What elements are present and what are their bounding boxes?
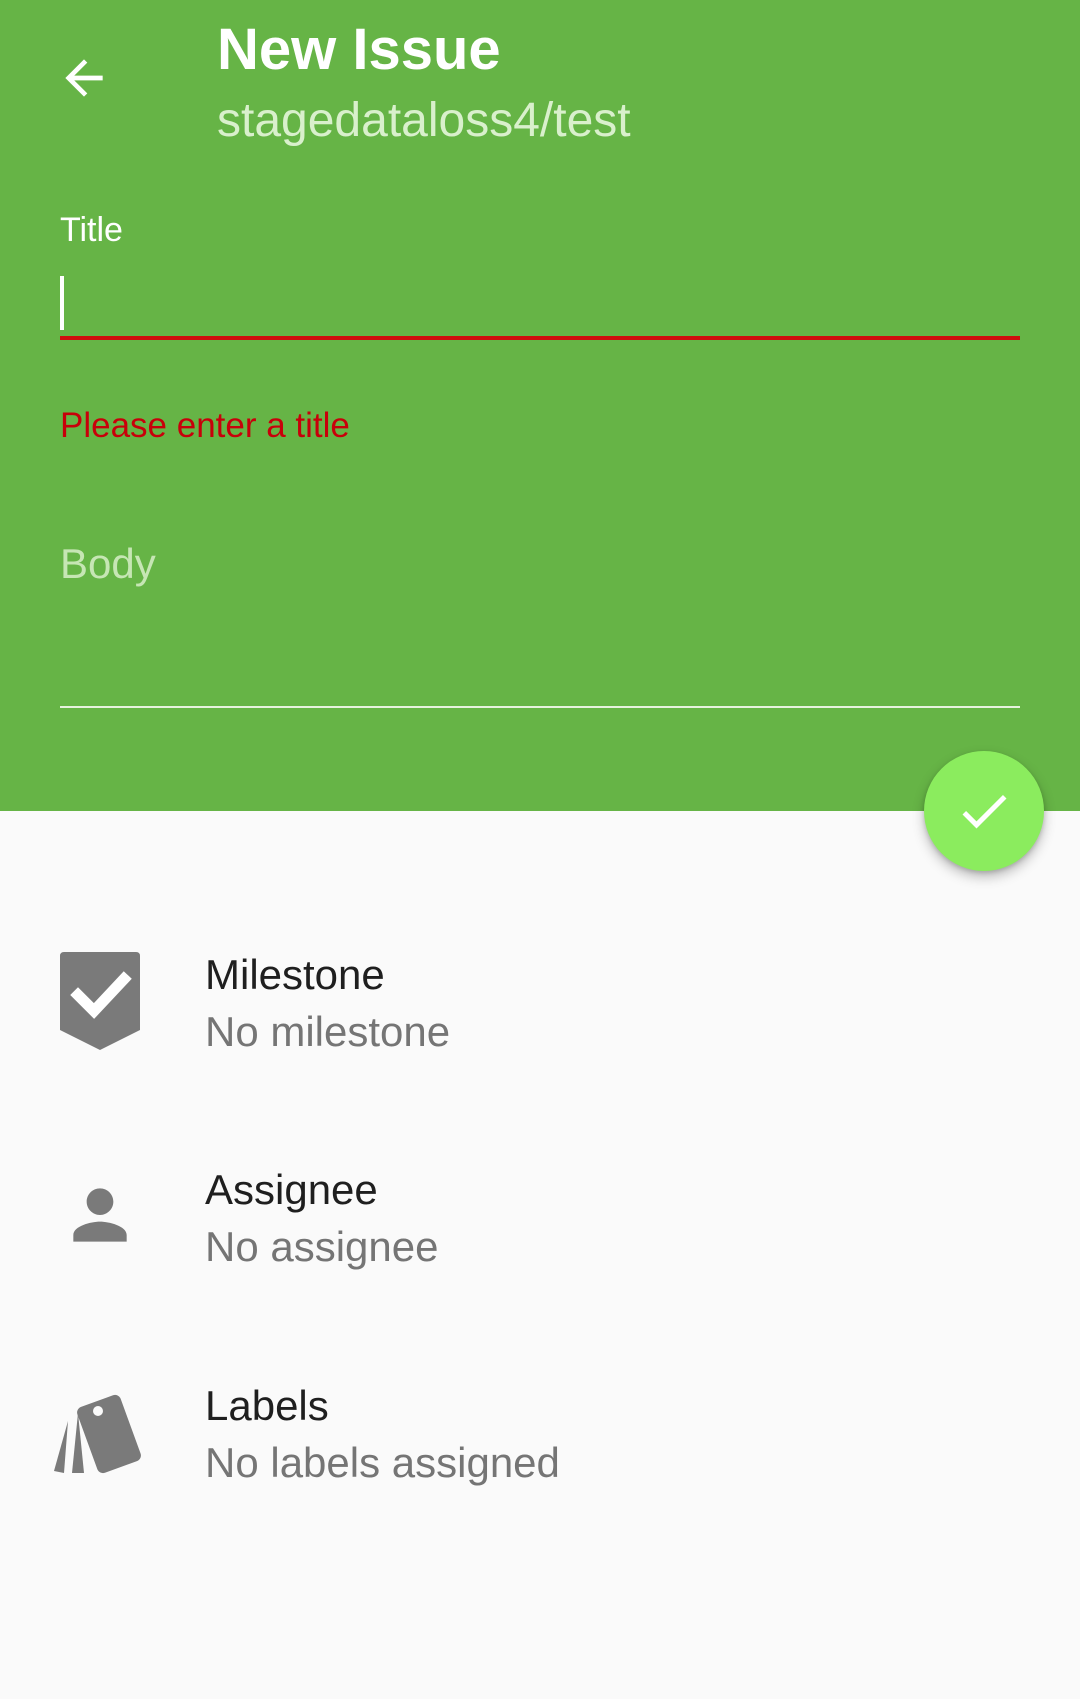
assignee-row[interactable]: Assignee No assignee [0, 1140, 1080, 1300]
title-field-label: Title [60, 211, 123, 249]
assignee-value: No assignee [205, 1223, 439, 1270]
assignee-title: Assignee [205, 1166, 378, 1213]
labels-value: No labels assigned [205, 1439, 560, 1486]
milestone-row[interactable]: Milestone No milestone [0, 925, 1080, 1085]
milestone-title: Milestone [205, 951, 385, 998]
submit-issue-button[interactable] [924, 751, 1044, 871]
label-icon [54, 1394, 141, 1474]
milestone-value: No milestone [205, 1008, 451, 1055]
back-button[interactable] [48, 42, 120, 114]
body-input[interactable] [60, 540, 1020, 708]
labels-title: Labels [205, 1382, 329, 1429]
app-bar: New Issue stagedataloss4/test Title Plea… [0, 0, 1080, 811]
repository-name: stagedataloss4/test [217, 94, 631, 147]
check-icon [962, 794, 1007, 829]
milestone-icon [60, 952, 140, 1050]
title-error-message: Please enter a title [60, 406, 350, 445]
title-input[interactable] [60, 262, 1020, 340]
text-cursor [60, 276, 64, 330]
labels-row[interactable]: Labels No labels assigned [0, 1356, 1080, 1516]
page-title: New Issue [217, 17, 501, 82]
person-icon [73, 1188, 127, 1242]
arrow-back-icon [65, 59, 103, 97]
